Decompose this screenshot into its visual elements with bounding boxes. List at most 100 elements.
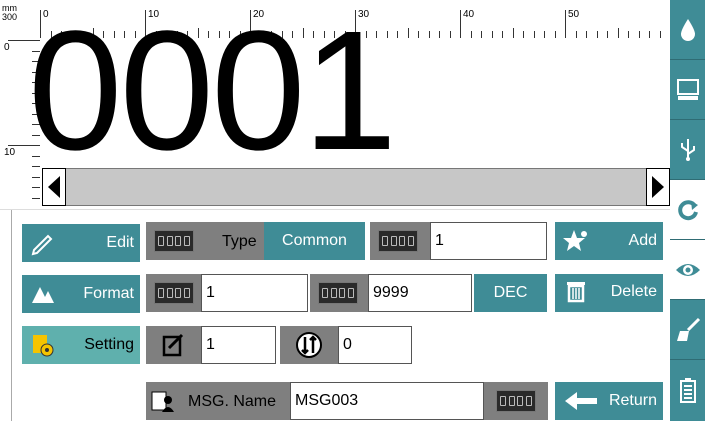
star-add-icon [563,230,587,251]
format-icon [32,287,54,303]
counter-start-icon [154,282,194,304]
counter-type-cell: Type [146,222,264,260]
pencil-icon [31,234,53,256]
ruler-tick [439,31,440,38]
ruler-tick [586,31,587,38]
ruler-tick [449,31,451,38]
delete-button[interactable]: Delete [555,274,663,312]
preview-message-text: 0001 [28,0,397,186]
reset-icon-cell [280,326,338,364]
divider [11,210,12,421]
ink-drop-icon [680,18,695,41]
counter-step-icon [378,230,418,252]
monitor-button[interactable] [670,60,705,120]
ruler-tick [596,31,598,38]
scroll-right-button[interactable] [646,168,670,206]
eye-icon [675,263,700,276]
return-arrow-icon [565,392,597,410]
ink-drop-button[interactable] [670,0,705,60]
refresh-button[interactable] [670,180,705,240]
format-label: Format [83,285,134,302]
arrow-left-icon [48,176,60,198]
start-icon-cell [146,274,201,312]
ruler-tick [502,31,503,38]
ruler-tick [512,28,514,38]
return-label: Return [608,392,657,409]
start-value-input[interactable]: 1 [201,274,308,312]
add-button[interactable]: Add [555,222,663,260]
ruler-tick [523,31,524,38]
ruler-tick [628,31,629,38]
return-button[interactable]: Return [555,382,663,420]
repeat-edit-icon [162,333,183,357]
reset-input[interactable]: 0 [338,326,412,364]
add-label: Add [628,232,657,249]
scroll-left-button[interactable] [42,168,66,206]
ruler-tick [544,31,545,38]
ruler-tick [397,31,398,38]
document-gear-icon [33,335,54,357]
message-icon [151,391,174,412]
type-label: Type [222,233,257,250]
counter-icon [496,390,536,412]
usb-button[interactable] [670,120,705,180]
clean-button[interactable] [670,300,705,360]
reset-icon [296,332,322,358]
ruler-label: 0 [4,42,10,53]
setting-label: Setting [84,336,134,353]
repeat-input[interactable]: 1 [201,326,276,364]
monitor-icon [676,78,699,100]
arrow-right-icon [652,176,664,198]
refresh-icon [677,199,698,220]
setting-button[interactable]: Setting [22,326,140,364]
counter-end-icon [318,282,358,304]
ruler-tick [533,31,535,38]
ruler-tick [617,28,619,38]
msg-name-input[interactable]: MSG003 [290,382,484,420]
delete-label: Delete [610,283,657,300]
trash-icon [567,282,585,303]
ruler-tick [565,10,566,38]
ruler-tick [32,187,40,188]
ruler-tick [460,10,461,38]
ruler-tick [32,197,40,199]
edit-label: Edit [106,234,134,251]
clean-icon [676,317,700,341]
battery-button[interactable] [670,360,705,420]
repeat-icon-cell [146,326,201,364]
ruler-label: 10 [4,147,16,158]
msg-name-label: MSG. Name [188,393,277,410]
eye-button[interactable] [670,240,705,300]
ruler-tick [638,31,640,38]
type-selector[interactable]: Common [264,222,365,260]
edit-button[interactable]: Edit [22,224,140,262]
ruler-tick [418,31,419,38]
printer-message-editor: { "ruler": { "unit_label": "mm\n300", "h… [0,0,705,421]
ruler-tick [470,31,472,38]
base-selector[interactable]: DEC [474,274,547,312]
ruler-tick [575,31,577,38]
ruler-label: 40 [463,9,475,20]
counter-icon [154,230,194,252]
ruler-label: 50 [568,9,580,20]
format-button[interactable]: Format [22,275,140,313]
ruler-tick [407,28,409,38]
battery-icon [679,378,696,403]
msg-counter-cell [484,382,548,420]
side-toolbar [670,0,705,421]
ruler-unit-label: mm 300 [2,3,18,22]
preview-scrollbar[interactable] [42,168,670,206]
ruler-tick [649,31,650,38]
ruler-tick [607,31,608,38]
ruler-tick [491,31,493,38]
ruler-tick [554,31,556,38]
step-input[interactable]: 1 [430,222,547,260]
step-icon-cell [370,222,430,260]
ruler-tick [428,31,430,38]
msg-name-cell: MSG. Name [146,382,290,420]
end-value-input[interactable]: 9999 [368,274,472,312]
ruler-tick [659,31,661,38]
usb-icon [680,138,695,161]
ruler-tick [481,31,482,38]
end-icon-cell [310,274,368,312]
